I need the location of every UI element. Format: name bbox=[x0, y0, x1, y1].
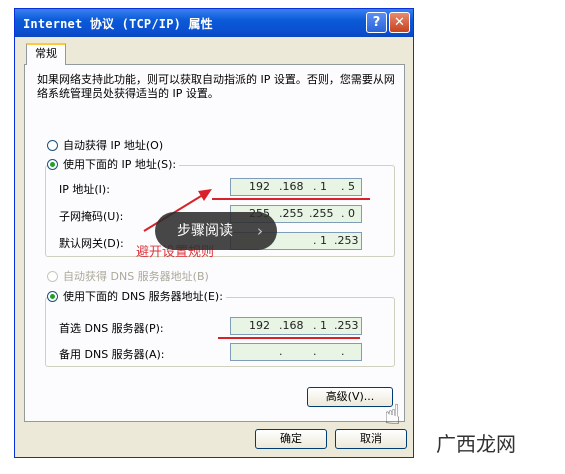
octet: . bbox=[341, 345, 345, 358]
octet: . bbox=[279, 345, 283, 358]
auto-dns-label: 自动获得 DNS 服务器地址(B) bbox=[63, 270, 209, 283]
chevron-right-icon: › bbox=[257, 222, 263, 240]
watermark-logo: 广西龙网 bbox=[436, 432, 516, 456]
octet: .255 bbox=[279, 207, 304, 220]
octet: .253 bbox=[334, 319, 359, 332]
step-reading-label: 步骤阅读 bbox=[177, 223, 233, 239]
octet: 192 bbox=[249, 319, 270, 332]
description-text: 如果网络支持此功能，则可以获取自动指派的 IP 设置。否则，您需要从网络系统管理… bbox=[37, 73, 395, 100]
step-reading-button[interactable]: 步骤阅读 › bbox=[155, 212, 277, 250]
auto-dns-radio bbox=[47, 270, 58, 282]
close-button[interactable]: ✕ bbox=[389, 12, 410, 33]
auto-ip-option[interactable]: 自动获得 IP 地址(O) bbox=[47, 137, 163, 153]
octet: .168 bbox=[279, 180, 304, 193]
alternate-dns-field[interactable]: . . . bbox=[230, 343, 362, 361]
ok-button[interactable]: 确定 bbox=[255, 429, 327, 449]
manual-ip-option[interactable]: 使用下面的 IP 地址(S): bbox=[47, 156, 180, 172]
manual-dns-label: 使用下面的 DNS 服务器地址(E): bbox=[63, 290, 223, 303]
octet: .168 bbox=[279, 319, 304, 332]
octet: .253 bbox=[334, 234, 359, 247]
octet: .255 bbox=[309, 207, 334, 220]
auto-ip-label: 自动获得 IP 地址(O) bbox=[63, 139, 164, 152]
octet: . 0 bbox=[341, 207, 355, 220]
octet: . 5 bbox=[341, 180, 355, 193]
preferred-dns-label: 首选 DNS 服务器(P): bbox=[59, 322, 164, 335]
ip-address-field[interactable]: 192 .168 . 1 . 5 bbox=[230, 178, 362, 196]
highlight-underline-dns bbox=[218, 337, 360, 339]
help-button[interactable]: ? bbox=[366, 12, 387, 33]
manual-dns-radio[interactable] bbox=[47, 290, 58, 302]
octet: . bbox=[313, 345, 317, 358]
ip-address-label: IP 地址(I): bbox=[59, 183, 110, 196]
auto-dns-option: 自动获得 DNS 服务器地址(B) bbox=[47, 268, 209, 284]
default-gateway-label: 默认网关(D): bbox=[59, 237, 124, 250]
highlight-underline-ip bbox=[212, 198, 370, 200]
title-bar[interactable]: Internet 协议 (TCP/IP) 属性 ? ✕ bbox=[15, 9, 413, 37]
alternate-dns-label: 备用 DNS 服务器(A): bbox=[59, 348, 165, 361]
preferred-dns-field[interactable]: 192 .168 . 1 .253 bbox=[230, 317, 362, 335]
hand-cursor-icon: ☝ bbox=[384, 398, 402, 431]
octet: . 1 bbox=[313, 180, 327, 193]
octet: . 1 bbox=[313, 319, 327, 332]
manual-dns-option[interactable]: 使用下面的 DNS 服务器地址(E): bbox=[47, 288, 226, 304]
octet: . 1 bbox=[313, 234, 327, 247]
auto-ip-radio[interactable] bbox=[47, 139, 58, 151]
advanced-button[interactable]: 高级(V)... bbox=[307, 387, 393, 407]
tab-general[interactable]: 常规 bbox=[26, 43, 66, 65]
subnet-mask-label: 子网掩码(U): bbox=[59, 210, 124, 223]
manual-ip-label: 使用下面的 IP 地址(S): bbox=[63, 158, 177, 171]
cancel-button[interactable]: 取消 bbox=[335, 429, 407, 449]
octet: 192 bbox=[249, 180, 270, 193]
manual-ip-radio[interactable] bbox=[47, 158, 58, 170]
window-title: Internet 协议 (TCP/IP) 属性 bbox=[23, 17, 213, 31]
